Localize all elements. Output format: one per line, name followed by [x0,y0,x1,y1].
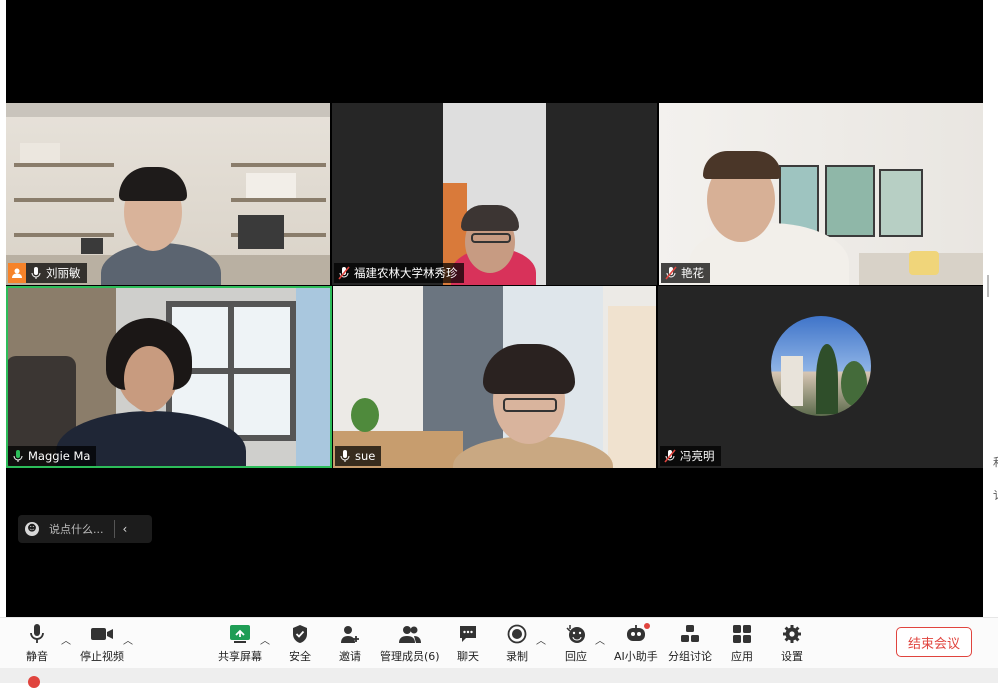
security-button[interactable]: 安全 [288,623,312,664]
breakout-rooms-button[interactable]: 分组讨论 [668,623,712,664]
breakout-rooms-icon [678,623,702,645]
video-feed [6,103,330,285]
edge-text: 讠 [993,487,998,503]
ai-assistant-button[interactable]: AI小助手 [614,623,658,664]
ai-assistant-icon [624,623,650,645]
participant-name-tag: sue [335,446,382,466]
profile-avatar [771,316,871,416]
mic-speaking-icon [13,450,23,462]
chat-bubble-icon [456,623,480,645]
end-meeting-button[interactable]: 结束会议 [896,627,972,657]
mic-icon [31,267,41,279]
notification-dot [643,623,650,629]
participant-name-tag: Maggie Ma [8,446,97,466]
participant-name: sue [355,449,376,463]
mute-button[interactable]: 静音 [25,623,49,664]
video-stage: 刘丽敏 福建农林大学林秀珍 艳花 Maggie Ma sue 冯亮明 [6,0,983,617]
invite-button[interactable]: 邀请 [338,623,362,664]
apps-grid-icon [730,623,754,645]
emoji-icon[interactable]: ☻ [25,522,39,536]
divider [113,520,115,538]
participant-name-tag: 刘丽敏 [26,263,87,283]
add-person-icon [338,623,362,645]
participant-name-tag: 冯亮明 [660,446,721,466]
settings-button[interactable]: 设置 [780,623,804,664]
video-feed [6,286,332,468]
participant-name: 艳花 [681,266,704,280]
video-feed [659,103,983,285]
video-feed [333,286,656,468]
participant-name: Maggie Ma [28,449,91,463]
reactions-options-caret-icon[interactable]: ︿ [595,632,605,647]
video-tile-linxiuzhen[interactable]: 福建农林大学林秀珍 [332,103,657,285]
video-tile-liulimin[interactable]: 刘丽敏 [6,103,330,285]
mic-muted-icon [665,266,677,280]
participant-name: 刘丽敏 [46,266,81,280]
share-options-caret-icon[interactable]: ︿ [260,632,270,647]
video-tile-maggie-ma[interactable]: Maggie Ma [6,286,332,468]
participant-name-tag: 福建农林大学林秀珍 [334,263,464,283]
manage-participants-button[interactable]: 管理成员(6) [380,623,440,664]
participants-icon [398,623,422,645]
mic-muted-icon [664,449,676,463]
reaction-emoji-icon [564,623,588,645]
mic-icon [340,450,350,462]
background-window-edge: 和 讠 [983,0,998,617]
participant-name: 福建农林大学林秀珍 [354,266,458,280]
record-options-caret-icon[interactable]: ︿ [536,632,546,647]
chat-quick-input[interactable]: ☻ 说点什么... ‹ [18,515,152,543]
app-badge-icon [28,676,40,688]
host-badge-icon [8,263,26,283]
stop-video-button[interactable]: 停止视频 [80,623,124,664]
participant-name: 冯亮明 [680,449,715,463]
reactions-button[interactable]: 回应 [564,623,588,664]
record-icon [505,623,529,645]
participant-name-tag: 艳花 [661,263,710,283]
chat-placeholder[interactable]: 说点什么... [49,521,104,537]
mute-options-caret-icon[interactable]: ︿ [61,632,71,647]
gear-icon [780,623,804,645]
shield-icon [288,623,312,645]
video-tile-yanhua[interactable]: 艳花 [659,103,983,285]
meeting-toolbar: 静音 ︿ 停止视频 ︿ 共享屏幕 ︿ 安全 邀请 管理成员(6) 聊天 录制 ︿… [0,617,998,668]
video-options-caret-icon[interactable]: ︿ [123,632,133,647]
chat-button[interactable]: 聊天 [456,623,480,664]
record-button[interactable]: 录制 [505,623,529,664]
scrollbar[interactable] [987,275,989,297]
video-tile-fengliangming[interactable]: 冯亮明 [658,286,983,468]
video-feed [332,103,657,285]
chevron-left-icon[interactable]: ‹ [123,522,128,536]
share-screen-icon [228,623,252,645]
os-taskbar [0,668,998,688]
video-tile-sue[interactable]: sue [333,286,656,468]
video-camera-icon [90,623,114,645]
mic-muted-icon [338,266,350,280]
apps-button[interactable]: 应用 [730,623,754,664]
share-screen-button[interactable]: 共享屏幕 [218,623,262,664]
microphone-icon [25,623,49,645]
edge-text: 和 [993,454,998,470]
